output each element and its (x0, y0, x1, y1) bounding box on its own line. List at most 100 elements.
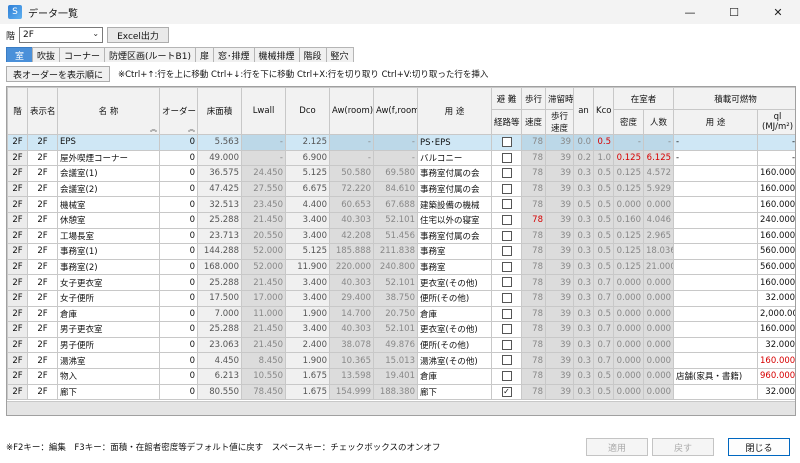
cell-use[interactable]: 事務室 (417, 258, 492, 276)
cell-kco[interactable]: 0.7 (593, 321, 614, 338)
cell-ql[interactable]: 160.000 (757, 165, 795, 182)
table-row[interactable]: 2F 2F 物入 0 6.213 10.550 1.675 13.598 19.401 倉庫 78 3… (7, 367, 795, 385)
cell-aw-froom[interactable]: 52.101 (373, 274, 418, 291)
evac-checkbox[interactable] (501, 215, 512, 226)
col-density[interactable]: 密度 (613, 109, 644, 135)
cell-use[interactable]: 更衣室(その他) (417, 274, 492, 291)
cell-use[interactable]: 事務室付属の会 (417, 165, 492, 182)
cell-aw-room[interactable]: 72.220 (329, 180, 374, 198)
cell-ql[interactable]: 160.000 (757, 227, 795, 245)
table-row[interactable]: 2F 2F 事務室(1) 0 144.288 52.000 5.125 185.888 211.… (7, 243, 795, 260)
col-stay-bottom[interactable]: 歩行 速度 (545, 109, 574, 135)
cell-an[interactable]: 0.3 (573, 274, 594, 291)
cell-evac[interactable] (491, 149, 522, 167)
col-comb-use[interactable]: 用 途 (673, 109, 759, 135)
cell-lwall[interactable]: - (241, 134, 286, 151)
cell-people[interactable]: 0.000 (642, 305, 675, 323)
cell-order[interactable]: 0 (159, 149, 198, 167)
cell-dco[interactable]: 6.675 (285, 180, 330, 198)
table-row[interactable]: 2F 2F 男子更衣室 0 25.288 21.450 3.400 40.303 52.101 更… (7, 321, 795, 338)
close-icon[interactable]: ✕ (756, 0, 800, 24)
cell-stay-speed[interactable]: 39 (545, 149, 574, 167)
cell-people[interactable]: 18.036 (642, 243, 675, 260)
tab-item[interactable]: 防煙区画(ルートB1) (104, 47, 196, 62)
cell-ql[interactable]: 160.000 (757, 352, 795, 369)
cell-aw-room[interactable]: 10.365 (329, 352, 374, 369)
cell-order[interactable]: 0 (159, 258, 198, 276)
cell-ql[interactable]: 240.000 (757, 211, 795, 229)
cell-floor-area[interactable]: 168.000 (197, 258, 242, 276)
col-ql[interactable]: ql (MJ/m²) (757, 109, 795, 135)
cell-evac[interactable]: ✓ (491, 383, 522, 401)
cell-density[interactable]: 0.125 (613, 165, 644, 182)
cell-kco[interactable]: 0.7 (593, 274, 614, 291)
cell-lwall[interactable]: 21.450 (241, 211, 286, 229)
cell-ql[interactable]: - (757, 149, 795, 167)
cell-people[interactable]: 0.000 (642, 367, 675, 385)
cell-stay-speed[interactable]: 39 (545, 383, 574, 401)
cell-density[interactable]: 0.000 (613, 352, 644, 369)
cell-floor[interactable]: 2F (7, 321, 28, 338)
cell-lwall[interactable]: 8.450 (241, 352, 286, 369)
cell-display-name[interactable]: 2F (27, 243, 58, 260)
close-button[interactable]: 閉じる (728, 438, 790, 456)
cell-comb-use[interactable] (673, 305, 759, 323)
cell-lwall[interactable]: 52.000 (241, 258, 286, 276)
cell-lwall[interactable]: 52.000 (241, 243, 286, 260)
table-row[interactable]: 2F 2F 女子更衣室 0 25.288 21.450 3.400 40.303 52.101 更… (7, 274, 795, 291)
cell-evac[interactable] (491, 227, 522, 245)
cell-floor-area[interactable]: 17.500 (197, 289, 242, 307)
cell-floor[interactable]: 2F (7, 196, 28, 213)
cell-display-name[interactable]: 2F (27, 383, 58, 401)
floor-select[interactable]: 2F ⌄ (19, 27, 104, 43)
cell-stay-speed[interactable]: 39 (545, 165, 574, 182)
cell-comb-use[interactable]: - (673, 149, 759, 167)
cell-people[interactable]: 5.929 (642, 180, 675, 198)
evac-checkbox[interactable]: ✓ (501, 386, 512, 397)
cell-density[interactable]: 0.125 (613, 227, 644, 245)
cell-density[interactable]: 0.125 (613, 258, 644, 276)
cell-use[interactable]: 建築設備の機械 (417, 196, 492, 213)
cell-evac[interactable] (491, 180, 522, 198)
cell-dco[interactable]: 6.900 (285, 149, 330, 167)
evac-checkbox[interactable] (501, 324, 512, 335)
cell-use[interactable]: 住宅以外の寝室 (417, 211, 492, 229)
cell-name[interactable]: 廊下 (57, 383, 160, 401)
cell-people[interactable]: 2.965 (642, 227, 675, 245)
cell-order[interactable]: 0 (159, 243, 198, 260)
cell-density[interactable]: 0.000 (613, 336, 644, 354)
cell-dco[interactable]: 3.400 (285, 289, 330, 307)
cell-order[interactable]: 0 (159, 211, 198, 229)
evac-checkbox[interactable] (501, 230, 512, 241)
cell-aw-room[interactable]: 14.700 (329, 305, 374, 323)
cell-walk-speed[interactable]: 78 (521, 336, 546, 354)
cell-floor-area[interactable]: 23.713 (197, 227, 242, 245)
cell-people[interactable]: 4.046 (642, 211, 675, 229)
cell-evac[interactable] (491, 305, 522, 323)
cell-density[interactable]: 0.160 (613, 211, 644, 229)
cell-kco[interactable]: 0.5 (593, 227, 614, 245)
cell-use[interactable]: 湯沸室(その他) (417, 352, 492, 369)
revert-button[interactable]: 戻す (652, 438, 714, 456)
cell-aw-froom[interactable]: 240.800 (373, 258, 418, 276)
cell-dco[interactable]: 2.125 (285, 134, 330, 151)
cell-comb-use[interactable] (673, 165, 759, 182)
cell-floor-area[interactable]: 49.000 (197, 149, 242, 167)
col-people[interactable]: 人数 (642, 109, 675, 135)
cell-dco[interactable]: 2.400 (285, 336, 330, 354)
cell-order[interactable]: 0 (159, 305, 198, 323)
cell-kco[interactable]: 0.7 (593, 289, 614, 307)
cell-aw-room[interactable]: 50.580 (329, 165, 374, 182)
cell-lwall[interactable]: 21.450 (241, 274, 286, 291)
cell-aw-froom[interactable]: 38.750 (373, 289, 418, 307)
cell-comb-use[interactable] (673, 321, 759, 338)
cell-evac[interactable] (491, 134, 522, 151)
cell-people[interactable]: - (642, 134, 675, 151)
cell-evac[interactable] (491, 258, 522, 276)
cell-an[interactable]: 0.3 (573, 352, 594, 369)
cell-floor-area[interactable]: 144.288 (197, 243, 242, 260)
cell-floor-area[interactable]: 80.550 (197, 383, 242, 401)
cell-an[interactable]: 0.3 (573, 258, 594, 276)
cell-floor[interactable]: 2F (7, 383, 28, 401)
evac-checkbox[interactable] (501, 199, 512, 210)
